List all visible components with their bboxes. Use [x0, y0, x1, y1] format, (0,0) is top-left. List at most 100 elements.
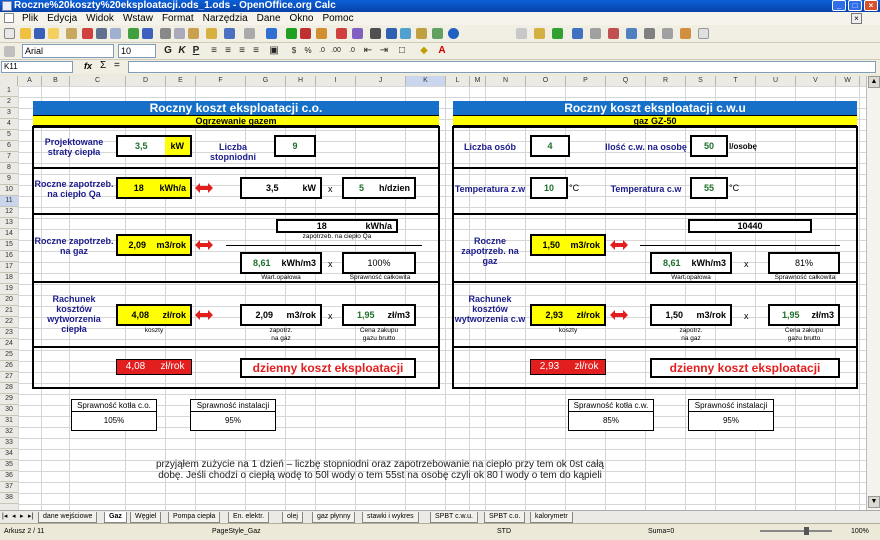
remove-decimal-icon[interactable]: .0 [346, 45, 358, 57]
sheet-tab-dane-wejściowe[interactable]: dane wejściowe [38, 512, 98, 523]
column-header-r[interactable]: R [646, 76, 686, 86]
menu-okno[interactable]: Okno [289, 12, 315, 25]
check-icon[interactable] [552, 28, 563, 39]
scroll-down-icon[interactable]: ▼ [868, 496, 880, 508]
copy-icon[interactable] [174, 28, 185, 39]
row-header-9[interactable]: 9 [0, 174, 18, 185]
row-header-11[interactable]: 11 [0, 196, 18, 207]
help-icon[interactable] [448, 28, 459, 39]
find-replace-icon[interactable] [370, 28, 381, 39]
row-header-7[interactable]: 7 [0, 152, 18, 163]
more-controls-icon[interactable] [662, 28, 673, 39]
draw-functions-icon[interactable] [352, 28, 363, 39]
column-header-u[interactable]: U [756, 76, 796, 86]
close-button[interactable]: × [864, 0, 878, 11]
background-color-icon[interactable]: ◆ [418, 45, 430, 57]
menu-dane[interactable]: Dane [256, 12, 282, 25]
textbox-icon[interactable] [590, 28, 601, 39]
co-den-a-box[interactable]: 8,61 kWh/m3 [240, 252, 322, 274]
font-size-combobox[interactable]: 10 [118, 44, 156, 58]
co-r-b-box[interactable]: 1,95 zł/m3 [342, 304, 416, 326]
decrease-indent-icon[interactable]: ⇤ [362, 45, 374, 57]
menu-wstaw[interactable]: Wstaw [122, 12, 154, 25]
column-header-m[interactable]: M [470, 76, 486, 86]
cwu-tz-box[interactable]: 10 [530, 177, 568, 199]
menu-format[interactable]: Format [161, 12, 195, 25]
co-zapotrz-box[interactable]: 18 kWh/a [116, 177, 192, 199]
combobox-icon[interactable] [626, 28, 637, 39]
page-preview-icon[interactable] [110, 28, 121, 39]
column-header-c[interactable]: C [70, 76, 126, 86]
row-header-5[interactable]: 5 [0, 130, 18, 141]
column-header-a[interactable]: A [18, 76, 42, 86]
co-calc1-a-box[interactable]: 3,5 kW [240, 177, 322, 199]
row-header-14[interactable]: 14 [0, 229, 18, 240]
sheet-tab-spbt-c-o-[interactable]: SPBT c.o. [484, 512, 526, 523]
cwu-osob-box[interactable]: 4 [530, 135, 570, 157]
row-header-20[interactable]: 20 [0, 295, 18, 306]
edit-file-icon[interactable] [66, 28, 77, 39]
row-header-33[interactable]: 33 [0, 438, 18, 449]
email-icon[interactable] [48, 28, 59, 39]
sheet-tab-kalorymetr[interactable]: kalorymetr [530, 512, 573, 523]
row-header-2[interactable]: 2 [0, 97, 18, 108]
chart-icon[interactable] [336, 28, 347, 39]
merge-cells-icon[interactable]: ▣ [268, 45, 280, 57]
bold-icon[interactable]: G [162, 45, 174, 57]
add-decimal-icon[interactable]: .00 [330, 45, 342, 57]
cwu-rach-box[interactable]: 2,93 zł/rok [530, 304, 606, 326]
column-header-k[interactable]: K [406, 76, 446, 86]
name-box[interactable]: K11 [1, 61, 73, 73]
new-document-icon[interactable] [4, 28, 15, 39]
co-daily-cost-box[interactable]: 4,08 zł/rok [116, 359, 192, 375]
spreadsheet-grid[interactable]: ABCDEFGHIJKLMNOPQRSTUVWX 123456789101112… [0, 76, 866, 510]
row-header-34[interactable]: 34 [0, 449, 18, 460]
zoom-slider[interactable] [760, 530, 832, 532]
cwu-daily-cost-box[interactable]: 2,93 zł/rok [530, 359, 606, 375]
standard-format-icon[interactable]: .0 [316, 45, 328, 57]
co-r-a-box[interactable]: 2,09 m3/rok [240, 304, 322, 326]
row-header-21[interactable]: 21 [0, 306, 18, 317]
open-icon[interactable] [20, 28, 31, 39]
row-header-15[interactable]: 15 [0, 240, 18, 251]
tab-nav-prev-icon[interactable]: ◂ [12, 512, 16, 520]
row-header-13[interactable]: 13 [0, 218, 18, 229]
sum-icon[interactable]: Σ [100, 60, 106, 71]
borders-icon[interactable]: □ [396, 45, 408, 57]
clone-formatting-icon[interactable] [206, 28, 217, 39]
align-right-icon[interactable]: ≡ [236, 45, 248, 57]
co-calc1-b-box[interactable]: 5 h/dzien [342, 177, 416, 199]
font-color-icon[interactable]: A [436, 45, 448, 57]
export-pdf-icon[interactable] [82, 28, 93, 39]
datasources-icon[interactable] [416, 28, 427, 39]
sort-descending-icon[interactable] [300, 28, 311, 39]
sheet-tab-en-elektr-[interactable]: En. elektr. [228, 512, 270, 523]
row-header-28[interactable]: 28 [0, 383, 18, 394]
sheet-tab-olej[interactable]: olej [282, 512, 303, 523]
styles-icon[interactable] [4, 46, 15, 57]
co-straty-box[interactable]: 3,5 kW [116, 135, 192, 157]
row-header-4[interactable]: 4 [0, 119, 18, 130]
row-header-23[interactable]: 23 [0, 328, 18, 339]
sheet-tab-węgiel[interactable]: Węgiel [130, 512, 162, 523]
zoom-slider-handle[interactable] [804, 527, 809, 535]
column-header-b[interactable]: B [42, 76, 70, 86]
menu-widok[interactable]: Widok [85, 12, 115, 25]
row-header-26[interactable]: 26 [0, 361, 18, 372]
row-header-6[interactable]: 6 [0, 141, 18, 152]
co-gaz-box[interactable]: 2,09 m3/rok [116, 234, 192, 256]
row-header-37[interactable]: 37 [0, 482, 18, 493]
percent-icon[interactable]: % [302, 45, 314, 57]
column-header-n[interactable]: N [486, 76, 526, 86]
row-header-38[interactable]: 38 [0, 493, 18, 504]
cwu-r-a-box[interactable]: 1,50 m3/rok [650, 304, 732, 326]
co-eff1-box[interactable]: Sprawność kotła c.o. 105% [71, 399, 157, 431]
co-num-box[interactable]: 18 kWh/a [276, 219, 398, 233]
align-left-icon[interactable]: ≡ [208, 45, 220, 57]
form-design-icon[interactable] [680, 28, 691, 39]
row-header-18[interactable]: 18 [0, 273, 18, 284]
column-header-f[interactable]: F [196, 76, 246, 86]
row-header-19[interactable]: 19 [0, 284, 18, 295]
column-header-d[interactable]: D [126, 76, 166, 86]
navigator-icon[interactable] [386, 28, 397, 39]
